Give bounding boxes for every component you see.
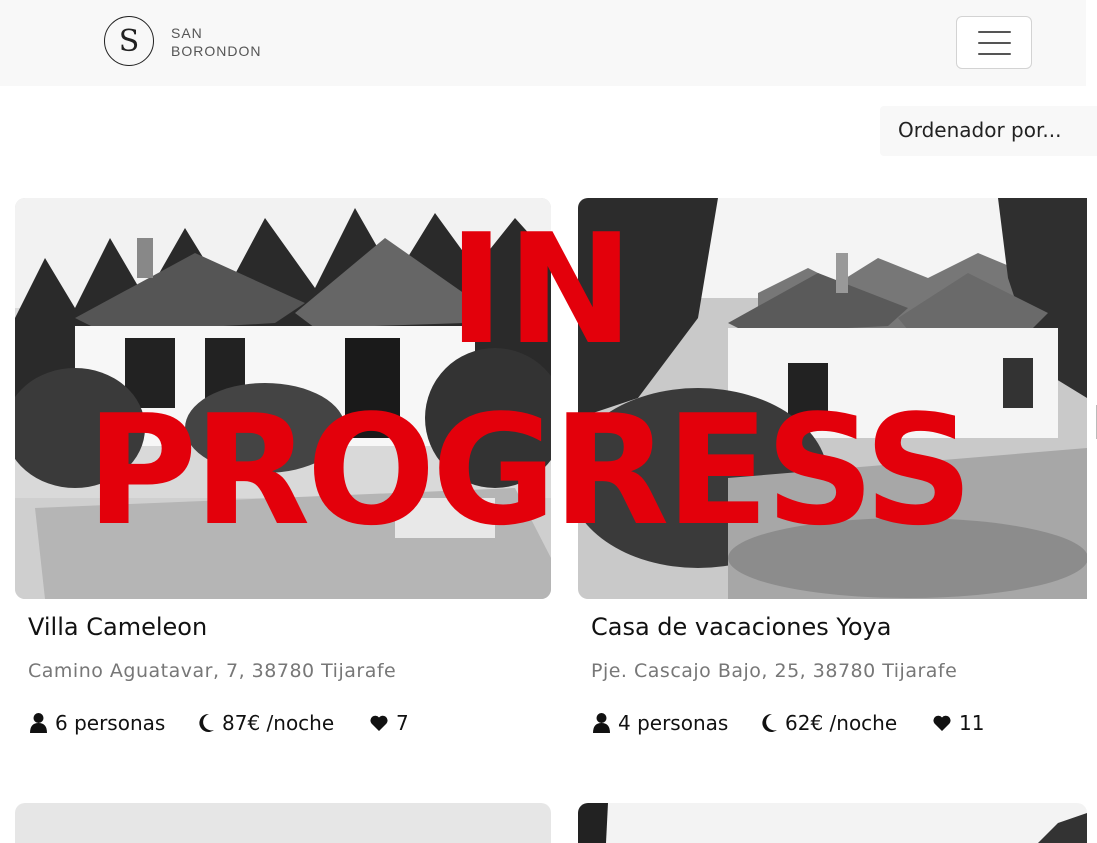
listing-price-value: 87€ /noche xyxy=(222,711,335,735)
listing-likes[interactable]: 7 xyxy=(370,711,409,735)
listing-guests: 4 personas xyxy=(593,711,728,735)
listing-title[interactable]: Casa de vacaciones Yoya xyxy=(591,613,891,641)
heart-icon xyxy=(370,715,388,731)
listing-guests-value: 4 personas xyxy=(618,711,729,735)
listing-image-casa-yoya[interactable] xyxy=(578,198,1087,599)
moon-icon xyxy=(762,714,777,732)
brand-line-2: BORONDON xyxy=(171,43,262,59)
listing-image-next-2[interactable] xyxy=(578,803,1087,843)
listing-likes[interactable]: 11 xyxy=(933,711,984,735)
listing-address: Pje. Cascajo Bajo, 25, 38780 Tijarafe xyxy=(591,660,958,682)
heart-icon xyxy=(933,715,951,731)
listing-likes-count: 7 xyxy=(396,711,409,735)
moon-icon xyxy=(199,714,214,732)
listing-guests: 6 personas xyxy=(30,711,165,735)
listing-image-villa-cameleon[interactable] xyxy=(15,198,551,599)
listing-price: 87€ /noche xyxy=(198,711,334,735)
listing-price-value: 62€ /noche xyxy=(785,711,898,735)
listing-title[interactable]: Villa Cameleon xyxy=(28,613,207,641)
listing-guests-value: 6 personas xyxy=(55,711,166,735)
navbar: S SAN BORONDON xyxy=(0,0,1086,86)
listing-price: 62€ /noche xyxy=(761,711,897,735)
logo-circle-icon: S xyxy=(104,16,154,66)
sort-select[interactable]: Ordenador por... xyxy=(880,106,1097,156)
menu-toggle-button[interactable] xyxy=(956,16,1032,69)
user-icon xyxy=(30,713,47,733)
brand-name: SAN BORONDON xyxy=(171,24,261,60)
sort-select-placeholder: Ordenador por... xyxy=(898,118,1062,142)
listing-likes-count: 11 xyxy=(959,711,985,735)
listing-image-next-1[interactable] xyxy=(15,803,551,843)
brand-line-1: SAN xyxy=(171,25,203,41)
user-icon xyxy=(593,713,610,733)
listing-address: Camino Aguatavar, 7, 38780 Tijarafe xyxy=(28,660,397,682)
